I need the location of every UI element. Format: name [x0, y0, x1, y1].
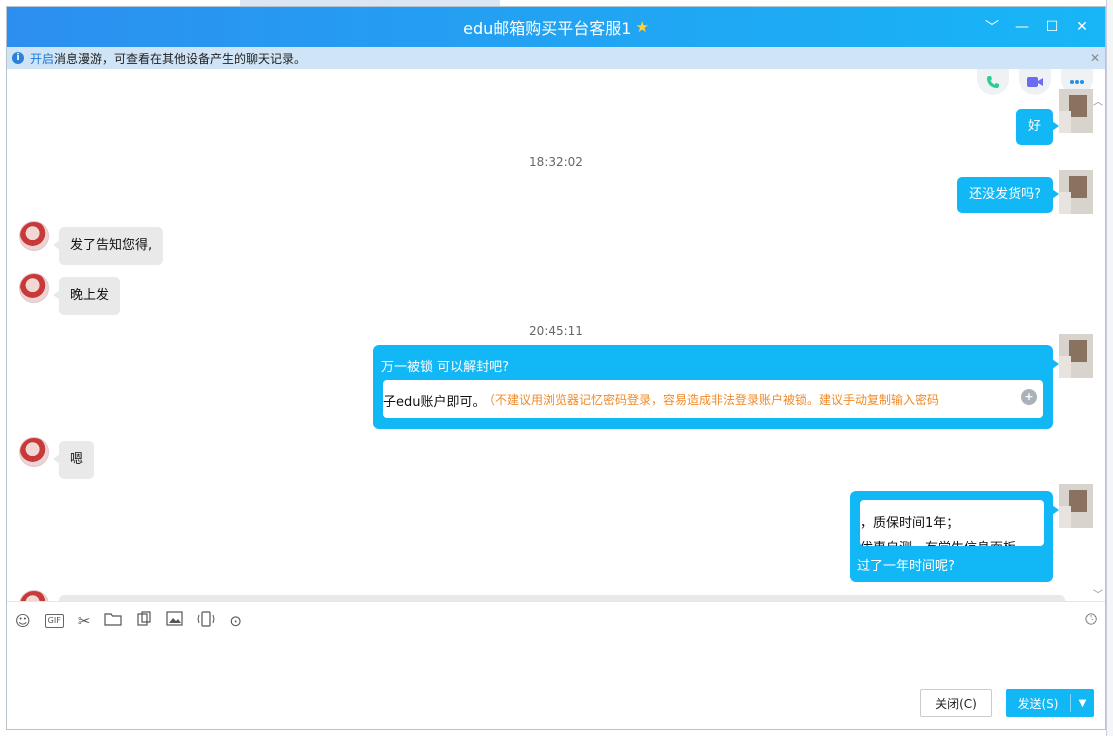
window-controls: ﹀ — ☐ ✕: [977, 7, 1097, 47]
shake-icon[interactable]: [197, 610, 215, 632]
quoted-snippet[interactable]: 子edu账户即可。 （不建议用浏览器记忆密码登录，容易造成非法登录账户被锁。建议…: [383, 380, 1043, 418]
title-bar[interactable]: edu邮箱购买平台客服1 ★ ﹀ — ☐ ✕: [7, 7, 1105, 47]
star-icon: ★: [635, 18, 649, 36]
avatar[interactable]: [1059, 334, 1093, 378]
quoted-text: 子edu账户即可。: [383, 395, 486, 410]
video-call-icon[interactable]: [1019, 69, 1051, 95]
info-text: 消息漫游，可查看在其他设备产生的聊天记录。: [54, 51, 307, 66]
avatar[interactable]: [1059, 170, 1093, 214]
avatar[interactable]: [1059, 484, 1093, 528]
history-icon[interactable]: 🕓︎: [1085, 610, 1097, 628]
maximize-icon[interactable]: ☐: [1037, 19, 1067, 35]
avatar[interactable]: [19, 273, 49, 303]
avatar[interactable]: [1059, 89, 1093, 133]
message-bubble[interactable]: 还没发货吗?: [957, 177, 1059, 213]
close-window-icon[interactable]: ✕: [1067, 19, 1097, 35]
message-text: 过了一年时间呢?: [857, 559, 955, 574]
send-button-label: 发送(S): [1017, 696, 1059, 711]
send-button[interactable]: 发送(S) ▼: [1006, 689, 1094, 717]
chat-scrollbar[interactable]: ︿ ﹀: [1093, 93, 1103, 601]
quoted-message-bubble[interactable]: 万一被锁 可以解封吧? 子edu账户即可。 （不建议用浏览器记忆密码登录，容易造…: [373, 345, 1059, 429]
message-text: 万一被锁 可以解封吧?: [381, 360, 510, 375]
avatar[interactable]: [19, 437, 49, 467]
quoted-text: 优惠自测，有学生信息面板: [860, 537, 1016, 546]
quoted-message-bubble[interactable]: ，质保时间1年； 优惠自测，有学生信息面板 过了一年时间呢?: [850, 491, 1059, 582]
avatar[interactable]: [19, 221, 49, 251]
minimize-icon[interactable]: —: [1007, 19, 1037, 35]
timestamp: 20:45:11: [529, 324, 583, 338]
image-icon[interactable]: [166, 611, 183, 631]
enable-roaming-link[interactable]: 开启: [30, 50, 54, 67]
message-input[interactable]: [17, 637, 1097, 681]
roaming-info-bar: i 开启 消息漫游，可查看在其他设备产生的聊天记录。 ✕: [7, 47, 1105, 69]
message-bubble[interactable]: 晚上发: [52, 277, 121, 315]
scroll-down-icon[interactable]: ﹀: [1093, 586, 1103, 601]
close-info-icon[interactable]: ✕: [1090, 51, 1100, 65]
scroll-up-icon[interactable]: ︿: [1093, 93, 1103, 108]
quoted-text: ，质保时间1年；: [860, 516, 960, 531]
more-icon[interactable]: ⊙: [229, 611, 242, 631]
send-options-chevron-icon[interactable]: ▼: [1071, 698, 1094, 709]
message-bubble[interactable]: 好: [1015, 109, 1060, 145]
collapse-icon[interactable]: ﹀: [977, 17, 1007, 37]
window-title: edu邮箱购买平台客服1: [463, 19, 632, 38]
gif-icon[interactable]: GIF: [44, 614, 64, 628]
voice-call-icon[interactable]: [977, 69, 1009, 95]
message-bubble[interactable]: 嗯: [52, 441, 95, 479]
message-area[interactable]: ︿ ﹀ 好 18:32:02 还没发货吗? 发了告知您得, 晚上发 20:45:…: [7, 69, 1105, 601]
chat-window: edu邮箱购买平台客服1 ★ ﹀ — ☐ ✕ i 开启 消息漫游，可查看在其他设…: [6, 6, 1106, 730]
message-bubble[interactable]: 发了告知您得,: [52, 227, 164, 265]
info-icon: i: [12, 52, 24, 64]
input-toolbar: ☺ GIF ✂ ⊙: [15, 610, 242, 632]
avatar[interactable]: [19, 590, 49, 601]
timestamp: 18:32:02: [529, 155, 583, 169]
smile-icon[interactable]: ☺: [15, 611, 31, 631]
folder-icon[interactable]: [104, 611, 122, 631]
file-icon[interactable]: [136, 610, 152, 632]
close-button[interactable]: 关闭(C): [920, 689, 992, 717]
scissors-icon[interactable]: ✂: [78, 611, 91, 631]
quoted-snippet[interactable]: ，质保时间1年； 优惠自测，有学生信息面板: [860, 500, 1044, 546]
zoom-icon[interactable]: +: [1021, 389, 1037, 405]
background-window-edge: [1106, 0, 1113, 736]
input-divider: [7, 601, 1105, 602]
quoted-warning-text: （不建议用浏览器记忆密码登录，容易造成非法登录账户被锁。建议手动复制输入密码: [483, 393, 940, 407]
